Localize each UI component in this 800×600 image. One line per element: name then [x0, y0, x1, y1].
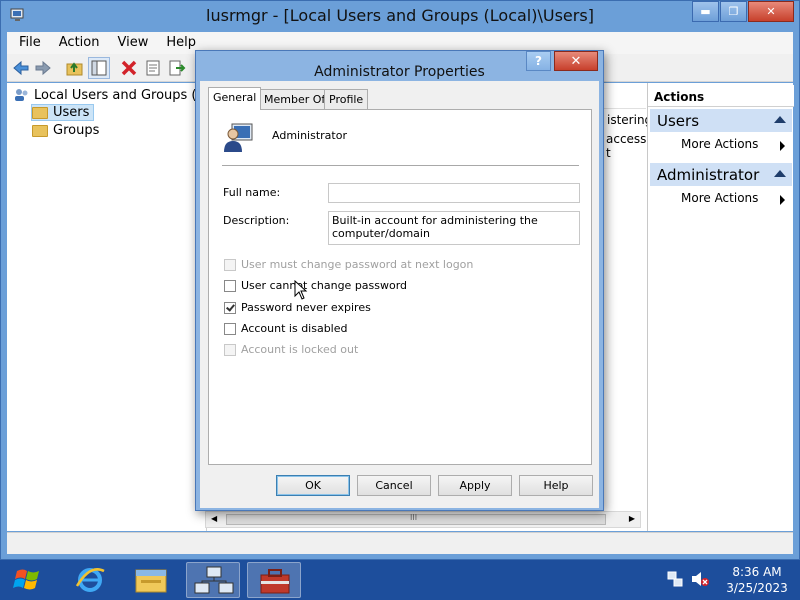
checkbox-label: User must change password at next logon — [241, 258, 474, 271]
users-more-actions[interactable]: More Actions — [650, 134, 792, 156]
user-icon — [224, 123, 253, 152]
ok-button[interactable]: OK — [276, 475, 350, 496]
dialog-close-button[interactable]: ✕ — [554, 51, 598, 71]
network-tray-icon[interactable] — [666, 570, 684, 588]
full-name-label: Full name: — [223, 186, 281, 199]
cancel-button[interactable]: Cancel — [357, 475, 431, 496]
checkbox-cannot-change-password[interactable]: User cannot change password — [224, 279, 407, 292]
window-title: lusrmgr - [Local Users and Groups (Local… — [206, 6, 594, 25]
dialog-help-button[interactable]: ? — [526, 51, 551, 71]
checkbox-label: Account is disabled — [241, 322, 348, 335]
menu-help[interactable]: Help — [154, 32, 202, 50]
full-name-field[interactable] — [328, 183, 580, 203]
help-button[interactable]: Help — [519, 475, 593, 496]
folder-icon — [32, 106, 48, 119]
folder-icon — [32, 124, 48, 137]
actions-header: Actions — [648, 85, 794, 107]
close-button[interactable]: ✕ — [748, 1, 794, 22]
checkbox-label: Password never expires — [241, 301, 371, 314]
menu-file[interactable]: File — [7, 32, 47, 50]
internet-explorer-icon — [75, 568, 105, 592]
tab-profile[interactable]: Profile — [324, 89, 369, 109]
checkbox-account-locked-out[interactable]: Account is locked out — [224, 343, 358, 356]
forward-icon[interactable] — [33, 58, 53, 78]
description-label: Description: — [223, 214, 290, 227]
tree-item-groups[interactable]: Groups — [32, 123, 99, 138]
separator — [222, 165, 579, 166]
taskbar-internet-explorer[interactable] — [63, 562, 117, 598]
file-explorer-icon — [135, 569, 167, 593]
user-name: Administrator — [272, 129, 347, 142]
checkbox-must-change-password[interactable]: User must change password at next logon — [224, 258, 473, 271]
actions-section-users[interactable]: Users — [650, 109, 792, 132]
administrator-properties-dialog: Administrator Properties ? ✕ General Mem… — [195, 50, 604, 511]
scroll-right-icon[interactable]: ▶ — [629, 514, 635, 523]
scrollbar-thumb[interactable]: III — [226, 513, 606, 525]
tree-item-groups-label: Groups — [53, 123, 100, 138]
checkbox-box[interactable] — [224, 322, 236, 335]
tree-item-users[interactable]: Users — [30, 104, 95, 121]
dialog-body: General Member Of Profile Administrator … — [200, 81, 599, 508]
description-cell-fragment: istering — [607, 113, 653, 127]
checkbox-box[interactable] — [224, 343, 236, 356]
menu-view[interactable]: View — [105, 32, 154, 50]
start-button[interactable] — [1, 562, 55, 598]
tab-general[interactable]: General — [208, 87, 262, 110]
submenu-arrow-icon — [780, 141, 785, 151]
taskbar-network-app[interactable] — [186, 562, 240, 598]
description-field[interactable]: Built-in account for administering the c… — [328, 211, 580, 245]
export-list-icon[interactable] — [167, 58, 187, 78]
tree-item-users-label: Users — [53, 105, 90, 120]
windows-logo-icon — [13, 569, 39, 590]
up-folder-icon[interactable] — [65, 58, 85, 78]
window-titlebar[interactable]: lusrmgr - [Local Users and Groups (Local… — [1, 1, 799, 31]
checkbox-label: Account is locked out — [241, 343, 359, 356]
actions-section-administrator[interactable]: Administrator — [650, 163, 792, 186]
actions-section-users-label: Users — [657, 112, 700, 130]
apply-button[interactable]: Apply — [438, 475, 512, 496]
show-hide-tree-icon[interactable] — [88, 57, 110, 79]
checkbox-box[interactable] — [224, 258, 236, 271]
checkbox-box[interactable] — [224, 301, 236, 314]
actions-section-administrator-label: Administrator — [657, 166, 760, 184]
clock-time: 8:36 AM — [732, 565, 782, 579]
menu-action[interactable]: Action — [47, 32, 106, 50]
status-bar — [7, 532, 793, 554]
description-cell-fragment-2: access t — [606, 132, 647, 160]
back-icon[interactable] — [11, 58, 31, 78]
volume-muted-icon[interactable] — [690, 570, 710, 588]
taskbar: 8:36 AM 3/25/2023 — [0, 560, 800, 600]
users-groups-icon — [15, 89, 28, 101]
collapse-icon — [774, 170, 786, 177]
general-tab-page: Administrator Full name: Description: Bu… — [208, 109, 592, 465]
properties-icon[interactable] — [143, 58, 163, 78]
taskbar-file-explorer[interactable] — [124, 562, 178, 598]
network-icon — [194, 566, 234, 594]
mouse-cursor-icon — [294, 280, 308, 300]
tab-member-of[interactable]: Member Of — [259, 89, 331, 109]
administrator-more-actions-label: More Actions — [681, 191, 759, 205]
scroll-left-icon[interactable]: ◀ — [211, 514, 217, 523]
administrator-more-actions[interactable]: More Actions — [650, 188, 792, 210]
taskbar-computer-management[interactable] — [247, 562, 301, 598]
checkbox-account-disabled[interactable]: Account is disabled — [224, 322, 348, 335]
checkbox-box[interactable] — [224, 279, 236, 292]
submenu-arrow-icon — [780, 195, 785, 205]
users-more-actions-label: More Actions — [681, 137, 759, 151]
delete-icon[interactable] — [119, 58, 139, 78]
minimize-button[interactable]: ▬ — [692, 1, 719, 22]
maximize-button[interactable]: ❐ — [720, 1, 747, 22]
horizontal-scrollbar[interactable]: ◀ III ▶ — [205, 511, 641, 528]
checkbox-password-never-expires[interactable]: Password never expires — [224, 301, 371, 314]
taskbar-clock[interactable]: 8:36 AM 3/25/2023 — [722, 564, 792, 596]
checkmark-icon — [226, 301, 235, 312]
toolbox-icon — [260, 569, 290, 594]
clock-date: 3/25/2023 — [726, 581, 788, 595]
scroll-grip: III — [410, 513, 418, 522]
console-tree: Local Users and Groups (Local) Users Gro… — [7, 83, 235, 531]
actions-pane: Actions Users More Actions Administrator… — [647, 83, 794, 531]
collapse-icon — [774, 116, 786, 123]
checkbox-label: User cannot change password — [241, 279, 408, 292]
